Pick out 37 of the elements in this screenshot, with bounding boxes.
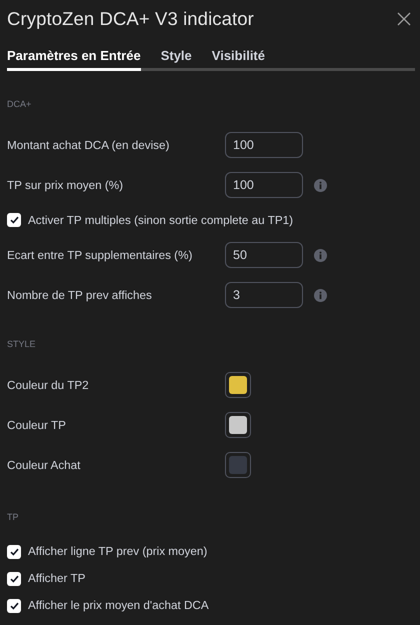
checkbox-label: Afficher ligne TP prev (prix moyen)	[28, 545, 208, 558]
checkmark-icon	[10, 574, 18, 582]
field-label: Couleur Achat	[7, 458, 82, 472]
section-heading: TP	[7, 511, 20, 524]
tab[interactable]: Style	[160, 46, 192, 71]
tab[interactable]: Paramètres en Entrée	[7, 46, 141, 71]
field-label: Ecart entre TP supplementaires (%)	[7, 248, 194, 262]
info-icon[interactable]	[314, 178, 327, 192]
checkmark-icon	[10, 548, 18, 556]
tab[interactable]: Visibilité	[212, 46, 265, 71]
color-swatch[interactable]	[225, 452, 251, 478]
checkbox[interactable]	[7, 572, 21, 586]
checkbox[interactable]	[7, 598, 21, 612]
input-field[interactable]: 100	[225, 172, 303, 198]
close-icon[interactable]	[396, 11, 412, 27]
input-field[interactable]: 50	[225, 242, 303, 268]
window-title: CryptoZen DCA+ V3 indicator	[7, 8, 254, 30]
color-swatch[interactable]	[225, 372, 251, 398]
checkmark-icon	[10, 216, 18, 224]
info-icon[interactable]	[314, 248, 327, 262]
input-field[interactable]: 3	[225, 282, 303, 308]
field-label: Montant achat DCA (en devise)	[7, 138, 170, 152]
field-label: Nombre de TP prev affiches	[7, 288, 153, 302]
input-field[interactable]: 100	[225, 132, 303, 158]
checkbox-label: Afficher le prix moyen d'achat DCA	[28, 599, 209, 612]
section-heading: STYLE	[7, 338, 37, 351]
checkbox[interactable]	[7, 544, 21, 558]
section-heading: DCA+	[7, 98, 32, 111]
color-swatch[interactable]	[225, 412, 251, 438]
checkbox-label: Activer TP multiples (sinon sortie complete au TP1)	[28, 214, 294, 226]
field-label: Couleur TP	[7, 418, 67, 432]
field-label: TP sur prix moyen (%)	[7, 178, 124, 192]
info-icon[interactable]	[314, 288, 327, 302]
field-label: Couleur du TP2	[7, 378, 90, 392]
checkmark-icon	[10, 602, 18, 610]
checkbox[interactable]	[7, 213, 21, 227]
checkbox-label: Afficher TP	[28, 572, 86, 585]
